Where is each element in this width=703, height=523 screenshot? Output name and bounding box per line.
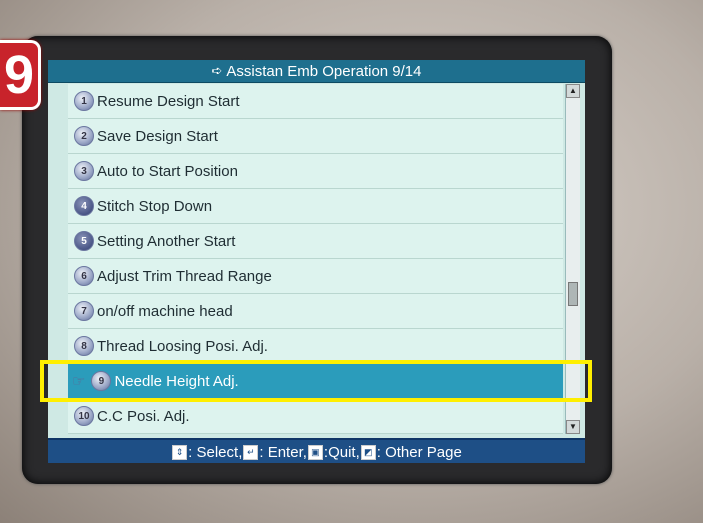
menu-item-label: C.C Posi. Adj. — [97, 407, 190, 425]
quit-key-icon: ▣ — [307, 445, 323, 460]
menu-item[interactable]: 5 Setting Another Start — [68, 224, 563, 259]
number-badge-icon: 8 — [74, 336, 94, 356]
other-page-hint: : Other Page — [376, 444, 462, 461]
step-number-badge: 9 — [0, 40, 41, 110]
title-bar: ➪ Assistan Emb Operation 9/14 — [48, 60, 585, 83]
menu-item-label: Auto to Start Position — [97, 162, 238, 180]
select-key-icon: ⇕ — [172, 445, 188, 460]
number-badge-icon: 1 — [74, 91, 94, 111]
menu-item[interactable]: 10 C.C Posi. Adj. — [68, 399, 563, 434]
menu-item-label: Save Design Start — [97, 127, 218, 145]
scroll-up-button[interactable]: ▲ — [566, 84, 580, 98]
number-badge-icon: 6 — [74, 266, 94, 286]
scroll-down-button[interactable]: ▼ — [566, 420, 580, 434]
screen-title: Assistan Emb Operation 9/14 — [226, 62, 422, 80]
menu-item[interactable]: 7 on/off machine head — [68, 294, 563, 329]
menu-item[interactable]: 2 Save Design Start — [68, 119, 563, 154]
menu-item-label: Thread Loosing Posi. Adj. — [97, 337, 268, 355]
status-bar: ⇕ : Select, ↵ : Enter, ▣ :Quit, ◩ : Othe… — [48, 438, 585, 463]
scroll-thumb[interactable] — [568, 282, 578, 306]
enter-key-icon: ↵ — [243, 445, 259, 460]
number-badge-icon: 5 — [74, 231, 94, 251]
menu-item-label: on/off machine head — [97, 302, 233, 320]
lcd-screen: ➪ Assistan Emb Operation 9/14 1 Resume De… — [48, 60, 585, 463]
menu-item[interactable]: 3 Auto to Start Position — [68, 154, 563, 189]
selection-highlight-box — [40, 360, 592, 402]
menu-item[interactable]: 1 Resume Design Start — [68, 84, 563, 119]
number-badge-icon: 7 — [74, 301, 94, 321]
number-badge-icon: 2 — [74, 126, 94, 146]
menu-item-label: Setting Another Start — [97, 232, 236, 250]
menu-item-label: Adjust Trim Thread Range — [97, 267, 272, 285]
number-badge-icon: 4 — [74, 196, 94, 216]
quit-hint: :Quit, — [323, 444, 360, 461]
menu-item-label: Resume Design Start — [97, 92, 240, 110]
other-page-key-icon: ◩ — [360, 445, 376, 460]
select-hint: : Select, — [188, 444, 243, 461]
arrow-pointer-icon: ➪ — [211, 63, 223, 78]
enter-hint: : Enter, — [259, 444, 307, 461]
menu-item[interactable]: 8 Thread Loosing Posi. Adj. — [68, 329, 563, 364]
menu-item[interactable]: 4 Stitch Stop Down — [68, 189, 563, 224]
number-badge-icon: 10 — [74, 406, 94, 426]
menu-item[interactable]: 6 Adjust Trim Thread Range — [68, 259, 563, 294]
menu-item-label: Stitch Stop Down — [97, 197, 213, 215]
number-badge-icon: 3 — [74, 161, 94, 181]
